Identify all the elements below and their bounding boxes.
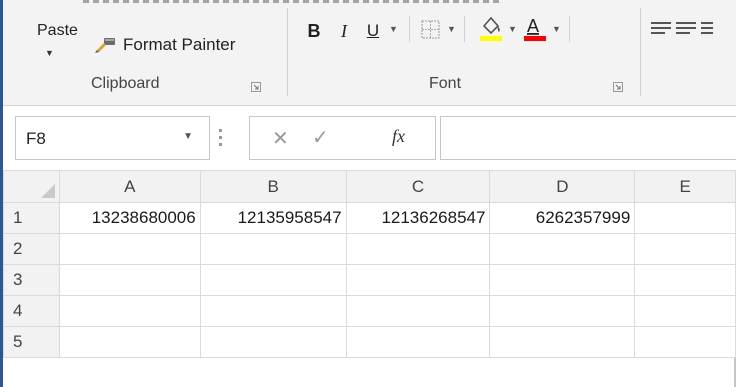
- toolbar-separator: [569, 16, 570, 42]
- cell-b3[interactable]: [199, 264, 347, 296]
- cell-a3[interactable]: [58, 264, 201, 296]
- cell-c4[interactable]: [345, 295, 491, 327]
- paintbrush-icon: [95, 38, 115, 53]
- borders-icon[interactable]: [421, 20, 441, 40]
- ribbon-cut-off-row: [83, 0, 503, 3]
- formula-input[interactable]: [440, 116, 736, 160]
- svg-text:A: A: [527, 16, 539, 36]
- row-header-1[interactable]: 1: [3, 202, 60, 234]
- toolbar-separator: [409, 16, 410, 42]
- enter-icon[interactable]: ✓: [312, 125, 329, 150]
- row-header-4[interactable]: 4: [3, 295, 60, 327]
- cell-b4[interactable]: [199, 295, 347, 327]
- format-painter-button[interactable]: Format Painter: [95, 30, 235, 60]
- cell-d5[interactable]: [489, 326, 636, 358]
- font-group-label: Font: [429, 75, 462, 92]
- chevron-down-icon[interactable]: ▼: [45, 48, 54, 58]
- align-middle-icon[interactable]: [676, 22, 696, 38]
- cell-e4[interactable]: [634, 295, 736, 327]
- cell-table: A B C D E 1 13238680006 12135958547 1213…: [3, 170, 736, 358]
- cell-a5[interactable]: [58, 326, 201, 358]
- row-header-5[interactable]: 5: [3, 326, 60, 358]
- column-header-c[interactable]: C: [345, 170, 491, 203]
- cell-e2[interactable]: [634, 233, 736, 265]
- borders-dropdown-icon[interactable]: ▼: [447, 24, 456, 34]
- cell-d4[interactable]: [489, 295, 636, 327]
- cell-a2[interactable]: [58, 233, 201, 265]
- column-header-a[interactable]: A: [58, 170, 201, 203]
- paste-button[interactable]: Paste ▼: [23, 4, 81, 60]
- name-box-value: F8: [26, 129, 46, 148]
- formula-bar: F8 ▼ ✕ ✓ fx: [3, 106, 736, 170]
- cell-c2[interactable]: [345, 233, 491, 265]
- worksheet-grid: A B C D E 1 13238680006 12135958547 1213…: [3, 170, 736, 387]
- fill-color-icon[interactable]: [478, 14, 504, 42]
- group-divider: [287, 8, 288, 96]
- font-color-dropdown-icon[interactable]: ▼: [552, 24, 561, 34]
- cell-d1[interactable]: 6262357999: [489, 202, 636, 234]
- clipboard-dialog-launcher-icon[interactable]: [251, 82, 261, 92]
- name-box[interactable]: F8 ▼: [15, 116, 210, 160]
- cell-c5[interactable]: [345, 326, 491, 358]
- cell-e3[interactable]: [634, 264, 736, 296]
- paste-label: Paste: [37, 22, 78, 39]
- font-color-icon[interactable]: A: [523, 14, 547, 42]
- ribbon: Paste ▼ Format Painter Clipboard B I U ▼…: [3, 0, 736, 106]
- cell-d2[interactable]: [489, 233, 636, 265]
- cancel-icon[interactable]: ✕: [272, 126, 289, 151]
- italic-button[interactable]: I: [336, 17, 352, 45]
- underline-button[interactable]: U: [364, 17, 382, 45]
- cell-c3[interactable]: [345, 264, 491, 296]
- cell-a4[interactable]: [58, 295, 201, 327]
- cell-b2[interactable]: [199, 233, 347, 265]
- group-divider: [640, 8, 641, 96]
- align-bottom-icon[interactable]: [701, 22, 713, 38]
- cell-b1[interactable]: 12135958547: [199, 202, 347, 234]
- bold-button[interactable]: B: [303, 17, 325, 45]
- select-all-corner[interactable]: [3, 170, 60, 203]
- toolbar-separator: [464, 16, 465, 42]
- underline-dropdown-icon[interactable]: ▼: [389, 24, 398, 34]
- cell-e5[interactable]: [634, 326, 736, 358]
- cell-c1[interactable]: 12136268547: [345, 202, 491, 234]
- column-header-e[interactable]: E: [634, 170, 736, 203]
- font-dialog-launcher-icon[interactable]: [613, 82, 623, 92]
- row-header-2[interactable]: 2: [3, 233, 60, 265]
- chevron-down-icon[interactable]: ▼: [183, 131, 193, 142]
- row-header-3[interactable]: 3: [3, 264, 60, 296]
- cell-b5[interactable]: [199, 326, 347, 358]
- formula-buttons: ✕ ✓ fx: [249, 116, 436, 160]
- cell-a1[interactable]: 13238680006: [58, 202, 201, 234]
- fill-color-dropdown-icon[interactable]: ▼: [508, 24, 517, 34]
- column-header-b[interactable]: B: [199, 170, 347, 203]
- insert-function-icon[interactable]: fx: [392, 126, 405, 147]
- cell-e1[interactable]: [634, 202, 736, 234]
- align-top-icon[interactable]: [651, 22, 671, 38]
- clipboard-group-label: Clipboard: [91, 75, 160, 92]
- format-painter-label: Format Painter: [123, 35, 236, 54]
- column-header-d[interactable]: D: [489, 170, 636, 203]
- drag-handle-icon[interactable]: [219, 129, 222, 147]
- cell-d3[interactable]: [489, 264, 636, 296]
